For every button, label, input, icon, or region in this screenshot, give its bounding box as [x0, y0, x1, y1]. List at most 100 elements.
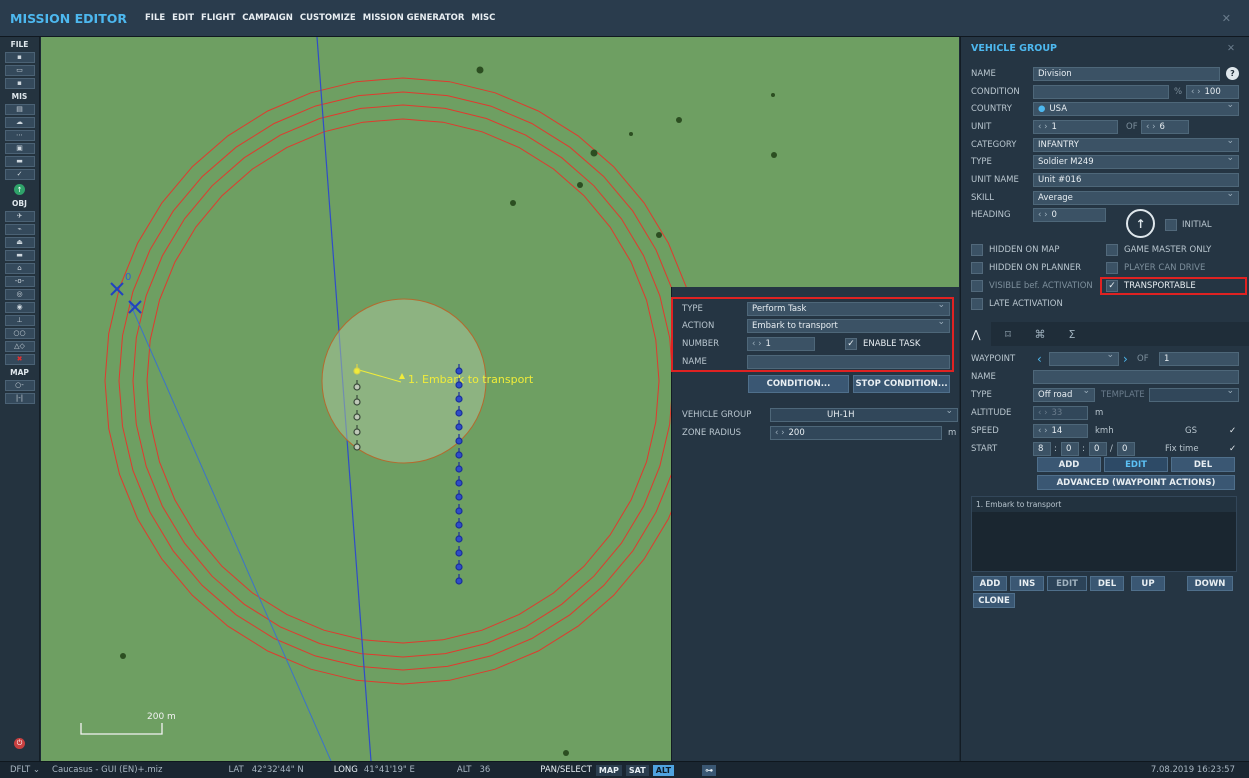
infantry-unit-icon[interactable]: [455, 465, 463, 473]
infantry-unit-icon[interactable]: [353, 367, 361, 375]
infantry-unit-icon[interactable]: [455, 507, 463, 515]
template-dropdown[interactable]: [1149, 387, 1239, 402]
nav-point-icon[interactable]: ◉: [4, 302, 35, 313]
static-object-icon[interactable]: ⌂: [4, 263, 35, 274]
waypoint-name-input[interactable]: [1033, 369, 1239, 384]
menu-file[interactable]: FILE: [145, 13, 165, 23]
infantry-unit-icon[interactable]: [353, 383, 361, 391]
open-file-icon[interactable]: ▭: [4, 65, 35, 76]
payload-tab-icon[interactable]: ⌘: [1025, 322, 1055, 346]
heading-stepper[interactable]: ‹ › 0: [1033, 207, 1106, 222]
infantry-unit-icon[interactable]: [455, 535, 463, 543]
help-icon[interactable]: ?: [1226, 67, 1239, 80]
filter-icon[interactable]: ⊶: [702, 764, 717, 776]
stepper-arrows-icon[interactable]: ‹ ›: [1038, 210, 1048, 220]
delete-icon[interactable]: ✖: [4, 354, 35, 365]
stop-condition-button[interactable]: STOP CONDITION...: [853, 375, 950, 393]
ruler-icon[interactable]: |-|: [4, 393, 35, 404]
map-options-icon[interactable]: ○-: [4, 380, 35, 391]
list-ins-button[interactable]: INS: [1010, 576, 1044, 591]
helicopter-icon[interactable]: ⌁: [4, 224, 35, 235]
goals-icon[interactable]: ▣: [4, 143, 35, 154]
list-item[interactable]: 1. Embark to transport: [972, 497, 1236, 512]
menu-misc[interactable]: MISC: [471, 13, 495, 23]
infantry-unit-icon[interactable]: [353, 398, 361, 406]
helicopter-icon[interactable]: [110, 282, 142, 314]
skill-dropdown[interactable]: Average: [1033, 190, 1239, 205]
start-minute[interactable]: 0: [1089, 441, 1107, 456]
infantry-group-blue[interactable]: [455, 364, 463, 585]
altitude-stepper[interactable]: ‹ › 33: [1033, 405, 1088, 420]
add-waypoint-button[interactable]: ADD: [1037, 457, 1101, 472]
condition-input[interactable]: [1033, 84, 1169, 99]
save-file-icon[interactable]: ▪: [4, 78, 35, 89]
mode-dropdown[interactable]: DFLT ⌄: [10, 765, 40, 775]
infantry-unit-icon[interactable]: [455, 577, 463, 585]
pan-select-mode[interactable]: PAN/SELECT: [540, 765, 592, 775]
infantry-unit-icon[interactable]: [455, 563, 463, 571]
vehicle-icon[interactable]: ▬: [4, 250, 35, 261]
sat-mode-button[interactable]: SAT: [625, 764, 649, 776]
heading-compass-icon[interactable]: ↑: [1126, 209, 1155, 238]
menu-campaign[interactable]: CAMPAIGN: [242, 13, 293, 23]
advanced-waypoint-actions-button[interactable]: ADVANCED (WAYPOINT ACTIONS): [1037, 475, 1235, 490]
speed-stepper[interactable]: ‹ › 14: [1033, 423, 1088, 438]
menu-flight[interactable]: FLIGHT: [201, 13, 235, 23]
waypoint-actions-list[interactable]: 1. Embark to transport: [971, 496, 1237, 572]
infantry-unit-icon[interactable]: [455, 381, 463, 389]
type-dropdown[interactable]: Soldier M249: [1033, 154, 1239, 169]
units-group-icon[interactable]: ○○: [4, 328, 35, 339]
infantry-unit-icon[interactable]: [353, 413, 361, 421]
route-tab-icon[interactable]: ⋀: [961, 322, 991, 346]
infantry-unit-icon[interactable]: [455, 451, 463, 459]
del-waypoint-button[interactable]: DEL: [1171, 457, 1235, 472]
infantry-unit-icon[interactable]: [455, 493, 463, 501]
infantry-unit-icon[interactable]: [455, 409, 463, 417]
prev-waypoint-icon[interactable]: ‹: [1037, 352, 1042, 366]
menu-customize[interactable]: CUSTOMIZE: [300, 13, 356, 23]
late-activation-checkbox[interactable]: [971, 298, 983, 310]
unit-stepper[interactable]: ‹ › 1: [1033, 119, 1118, 134]
bullseye-icon[interactable]: ⊥: [4, 315, 35, 326]
infantry-unit-icon[interactable]: [455, 521, 463, 529]
list-down-button[interactable]: DOWN: [1187, 576, 1233, 591]
list-del-button[interactable]: DEL: [1090, 576, 1124, 591]
coalitions-icon[interactable]: ▬: [4, 156, 35, 167]
gs-checkbox[interactable]: ✓: [1229, 426, 1236, 436]
close-icon[interactable]: ✕: [1222, 12, 1231, 25]
stepper-arrows-icon[interactable]: ‹ ›: [1038, 408, 1048, 418]
start-second[interactable]: 0: [1117, 441, 1135, 456]
condition-probability-stepper[interactable]: ‹ › 100: [1186, 84, 1239, 99]
menu-mission-generator[interactable]: MISSION GENERATOR: [363, 13, 465, 23]
category-dropdown[interactable]: INFANTRY: [1033, 137, 1239, 152]
stepper-arrows-icon[interactable]: ‹ ›: [775, 428, 785, 438]
infantry-unit-icon[interactable]: [455, 395, 463, 403]
ship-icon[interactable]: ⏏: [4, 237, 35, 248]
stepper-arrows-icon[interactable]: ‹ ›: [1191, 87, 1201, 97]
panel-close-icon[interactable]: ✕: [1227, 43, 1235, 54]
template-icon[interactable]: -o-: [4, 276, 35, 287]
summary-tab-icon[interactable]: Σ: [1057, 322, 1087, 346]
infantry-unit-icon[interactable]: [455, 423, 463, 431]
game-master-only-checkbox[interactable]: [1106, 244, 1118, 256]
list-add-button[interactable]: ADD: [973, 576, 1007, 591]
plane-icon[interactable]: ✈: [4, 211, 35, 222]
clone-button[interactable]: CLONE: [973, 593, 1015, 608]
stepper-arrows-icon[interactable]: ‹ ›: [1038, 426, 1048, 436]
zone-icon[interactable]: ◎: [4, 289, 35, 300]
exit-icon[interactable]: ⏻: [14, 738, 25, 749]
player-can-drive-checkbox[interactable]: [1106, 262, 1118, 274]
unit-total-stepper[interactable]: ‹ › 6: [1141, 119, 1189, 134]
draw-shapes-icon[interactable]: △◇: [4, 341, 35, 352]
menu-edit[interactable]: EDIT: [172, 13, 194, 23]
waypoint-type-dropdown[interactable]: Off road: [1033, 387, 1095, 402]
list-up-button[interactable]: UP: [1131, 576, 1165, 591]
infantry-unit-icon[interactable]: [455, 479, 463, 487]
infantry-unit-icon[interactable]: [353, 428, 361, 436]
stepper-arrows-icon[interactable]: ‹ ›: [1146, 122, 1156, 132]
infantry-unit-icon[interactable]: [455, 437, 463, 445]
check-icon[interactable]: ✓: [4, 169, 35, 180]
infantry-unit-icon[interactable]: [455, 549, 463, 557]
next-waypoint-icon[interactable]: ›: [1123, 352, 1128, 366]
unit-name-input[interactable]: Unit #016: [1033, 172, 1239, 187]
